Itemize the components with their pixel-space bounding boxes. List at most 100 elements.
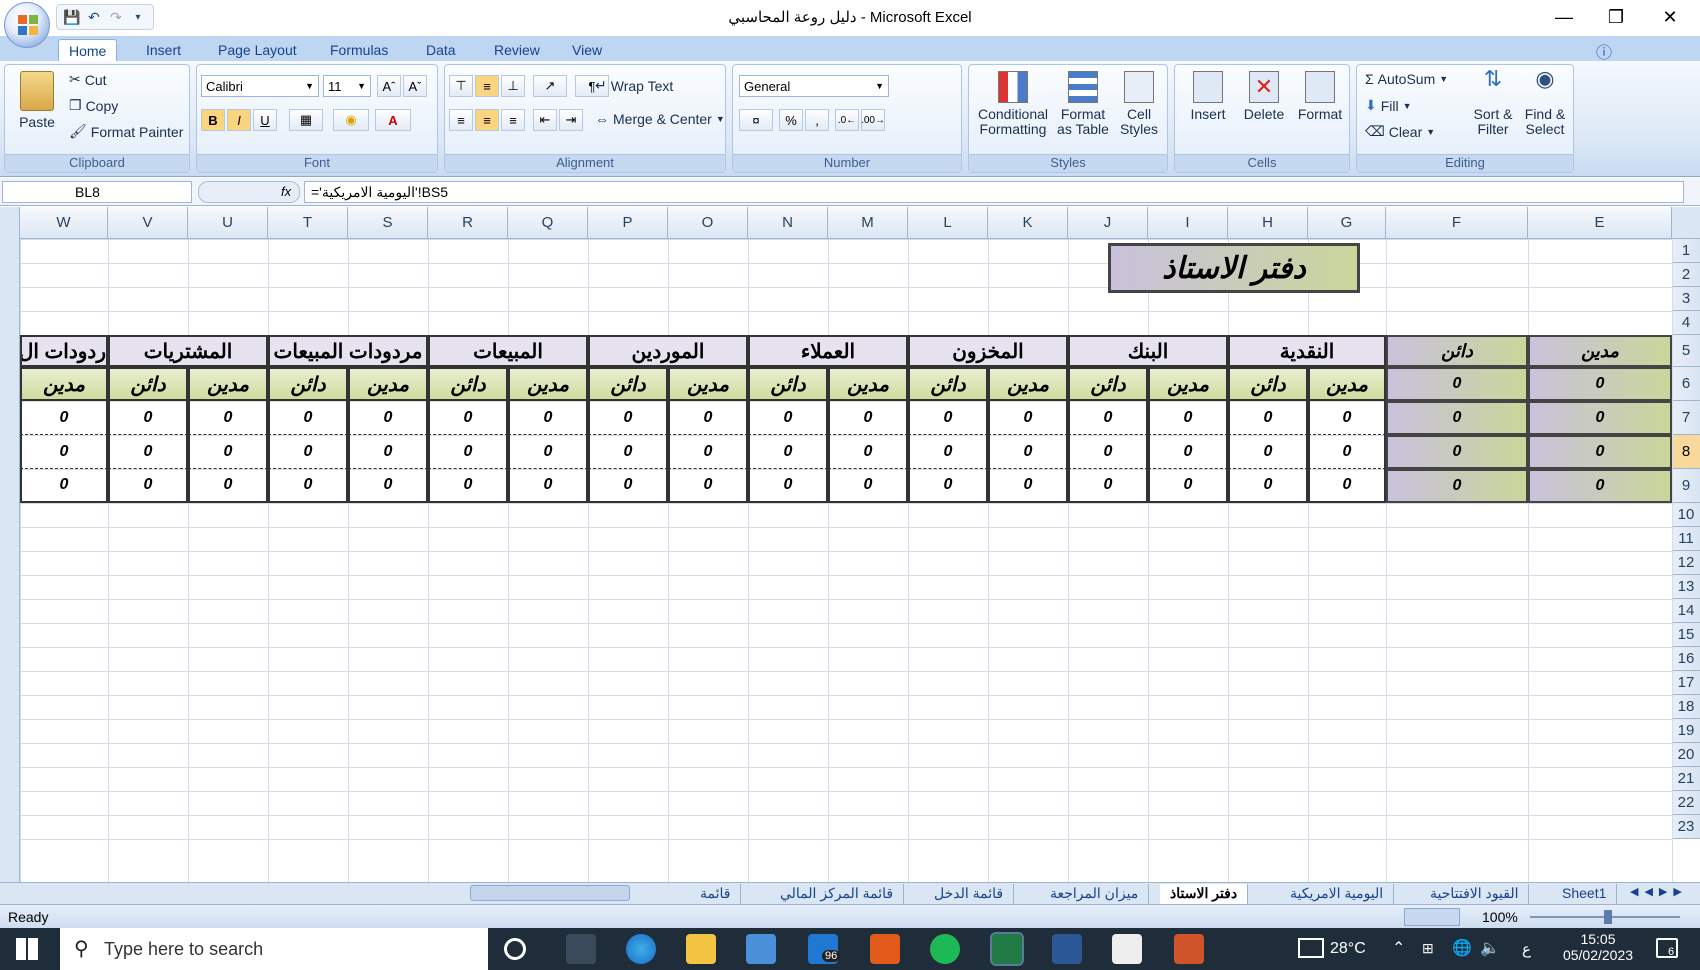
ledger-value[interactable]: 0 bbox=[588, 469, 668, 503]
network-icon[interactable]: ⊞ bbox=[1422, 940, 1434, 957]
decrease-decimal-button[interactable]: .00→ bbox=[861, 109, 885, 131]
ledger-value[interactable]: 0 bbox=[748, 401, 828, 435]
cut-button[interactable]: ✂ Cut bbox=[69, 71, 107, 88]
horizontal-scrollbar-thumb[interactable] bbox=[470, 885, 630, 901]
sort-filter-button[interactable]: ⇅ Sort & Filter bbox=[1467, 68, 1519, 137]
ledger-value[interactable]: 0 bbox=[748, 435, 828, 469]
copy-button[interactable]: ❐ Copy bbox=[69, 97, 118, 114]
column-header[interactable]: H bbox=[1228, 207, 1308, 239]
format-cells-button[interactable]: Format bbox=[1293, 71, 1347, 122]
account-header[interactable]: النقدية bbox=[1228, 335, 1386, 367]
account-header[interactable]: الموردين bbox=[588, 335, 748, 367]
office-icon[interactable] bbox=[870, 934, 900, 964]
zoom-level[interactable]: 100% bbox=[1482, 909, 1518, 925]
tab-data[interactable]: Data bbox=[416, 39, 466, 61]
file-explorer-icon[interactable] bbox=[686, 934, 716, 964]
name-box[interactable]: BL8 bbox=[2, 181, 192, 203]
row-header[interactable]: 19 bbox=[1672, 719, 1700, 743]
account-header[interactable]: المشتريات bbox=[108, 335, 268, 367]
row-header[interactable]: 23 bbox=[1672, 815, 1700, 839]
credit-subheader[interactable]: دائن bbox=[428, 367, 508, 401]
clock[interactable]: 15:05 05/02/2023 bbox=[1560, 931, 1636, 963]
ledger-value[interactable]: 0 bbox=[428, 401, 508, 435]
globe-icon[interactable]: 🌐 bbox=[1452, 938, 1472, 958]
taskbar-search-input[interactable]: ⚲ Type here to search bbox=[60, 928, 488, 970]
column-header[interactable]: V bbox=[108, 207, 188, 239]
total-debit-value[interactable]: 0 bbox=[1528, 367, 1672, 401]
align-right-button[interactable]: ≡ bbox=[501, 109, 525, 131]
ledger-value[interactable]: 0 bbox=[1228, 435, 1308, 469]
bold-button[interactable]: B bbox=[201, 109, 225, 131]
accounting-format-button[interactable]: ¤ bbox=[739, 109, 773, 131]
column-header[interactable]: L bbox=[908, 207, 988, 239]
row-header[interactable]: 9 bbox=[1672, 469, 1700, 503]
close-button[interactable]: ✕ bbox=[1646, 0, 1694, 34]
align-top-button[interactable]: ⊤ bbox=[449, 75, 473, 97]
percent-button[interactable]: % bbox=[779, 109, 803, 131]
column-header[interactable]: F bbox=[1386, 207, 1528, 239]
row-header[interactable]: 12 bbox=[1672, 551, 1700, 575]
tab-insert[interactable]: Insert bbox=[136, 39, 191, 61]
row-header[interactable]: 17 bbox=[1672, 671, 1700, 695]
vertical-scrollbar[interactable] bbox=[0, 207, 20, 882]
ledger-value[interactable]: 0 bbox=[188, 401, 268, 435]
account-header[interactable]: مردودات المبيعات bbox=[268, 335, 428, 367]
credit-header[interactable]: دائن bbox=[1386, 335, 1528, 367]
ledger-value[interactable]: 0 bbox=[268, 469, 348, 503]
row-header[interactable]: 18 bbox=[1672, 695, 1700, 719]
ledger-value[interactable]: 0 bbox=[108, 469, 188, 503]
sheet-nav-arrows-icon[interactable]: ◀◀▶▶ bbox=[1630, 885, 1688, 898]
credit-subheader[interactable]: دائن bbox=[1228, 367, 1308, 401]
ledger-value[interactable]: 0 bbox=[748, 469, 828, 503]
ledger-value[interactable]: 0 bbox=[108, 401, 188, 435]
increase-indent-button[interactable]: ⇥ bbox=[559, 109, 583, 131]
column-header[interactable]: M bbox=[828, 207, 908, 239]
ledger-value[interactable]: 0 bbox=[1148, 435, 1228, 469]
tab-view[interactable]: View bbox=[562, 39, 612, 61]
ledger-value[interactable]: 0 bbox=[268, 401, 348, 435]
ledger-value[interactable]: 0 bbox=[828, 435, 908, 469]
row-header[interactable]: 16 bbox=[1672, 647, 1700, 671]
row-header[interactable]: 4 bbox=[1672, 311, 1700, 335]
row-header[interactable]: 20 bbox=[1672, 743, 1700, 767]
orientation-button[interactable]: ↗ bbox=[533, 75, 567, 97]
font-name-select[interactable]: Calibri ▼ bbox=[201, 75, 319, 97]
conditional-formatting-button[interactable]: Conditional Formatting bbox=[973, 71, 1053, 137]
store-icon[interactable] bbox=[746, 934, 776, 964]
format-as-table-button[interactable]: Format as Table bbox=[1053, 71, 1113, 137]
ledger-value[interactable]: 0 bbox=[1308, 435, 1386, 469]
minimize-button[interactable]: — bbox=[1540, 0, 1588, 34]
tab-page-layout[interactable]: Page Layout bbox=[208, 39, 307, 61]
undo-icon[interactable]: ↶ bbox=[85, 8, 103, 26]
row-header[interactable]: 3 bbox=[1672, 287, 1700, 311]
column-header[interactable]: P bbox=[588, 207, 668, 239]
office-button[interactable] bbox=[4, 2, 50, 48]
ledger-value[interactable]: 0 bbox=[1148, 401, 1228, 435]
cell-styles-button[interactable]: Cell Styles bbox=[1113, 71, 1165, 137]
ledger-value[interactable]: 0 bbox=[508, 469, 588, 503]
restore-button[interactable]: ❐ bbox=[1592, 0, 1640, 34]
ledger-value[interactable]: 0 bbox=[1308, 469, 1386, 503]
account-header[interactable]: المبيعات bbox=[428, 335, 588, 367]
account-header[interactable]: المخزون bbox=[908, 335, 1068, 367]
row-header[interactable]: 21 bbox=[1672, 767, 1700, 791]
sheet-tab-5[interactable]: قائمة الدخل bbox=[924, 884, 1015, 904]
app-icon[interactable] bbox=[1174, 934, 1204, 964]
credit-subheader[interactable]: دائن bbox=[748, 367, 828, 401]
zoom-slider-thumb[interactable] bbox=[1604, 910, 1612, 924]
italic-button[interactable]: I bbox=[227, 109, 251, 131]
ledger-value[interactable]: 0 bbox=[1068, 435, 1148, 469]
sheet-tab-6[interactable]: قائمة المركز المالي bbox=[770, 884, 905, 904]
delete-cells-button[interactable]: ✕ Delete bbox=[1237, 71, 1291, 122]
redo-icon[interactable]: ↷ bbox=[107, 8, 125, 26]
ledger-value[interactable]: 0 bbox=[428, 435, 508, 469]
clear-button[interactable]: ⌫ Clear ▼ bbox=[1365, 123, 1435, 140]
decrease-indent-button[interactable]: ⇤ bbox=[533, 109, 557, 131]
ledger-value[interactable]: 0 bbox=[828, 469, 908, 503]
comma-button[interactable]: , bbox=[805, 109, 829, 131]
column-header[interactable]: K bbox=[988, 207, 1068, 239]
row-header[interactable]: 13 bbox=[1672, 575, 1700, 599]
ledger-value[interactable]: 0 bbox=[988, 469, 1068, 503]
column-header[interactable]: T bbox=[268, 207, 348, 239]
debit-subheader[interactable]: مدين bbox=[988, 367, 1068, 401]
